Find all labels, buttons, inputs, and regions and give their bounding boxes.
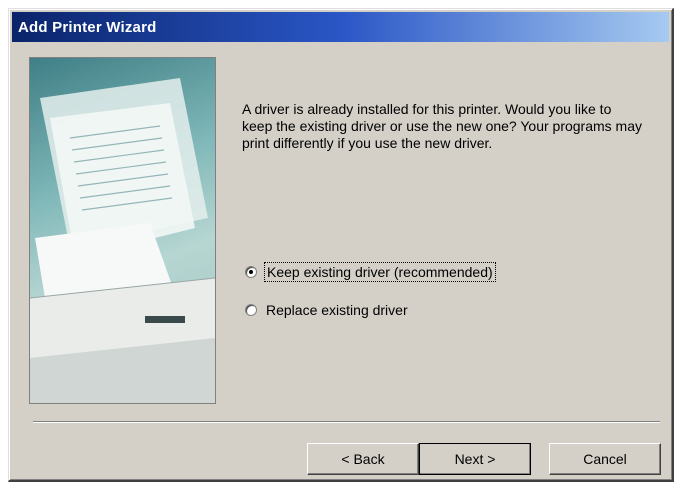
title-bar[interactable]: Add Printer Wizard xyxy=(12,12,669,42)
printer-illustration xyxy=(29,57,216,404)
keep-driver-label[interactable]: Keep existing driver (recommended) xyxy=(264,262,496,282)
window-title: Add Printer Wizard xyxy=(18,18,157,36)
replace-driver-radio[interactable] xyxy=(245,304,257,316)
next-button[interactable]: Next > xyxy=(419,443,531,475)
cancel-button[interactable]: Cancel xyxy=(549,443,661,475)
back-button[interactable]: < Back xyxy=(307,443,419,475)
replace-driver-label[interactable]: Replace existing driver xyxy=(266,302,408,318)
keep-driver-option[interactable]: Keep existing driver (recommended) xyxy=(245,262,496,282)
replace-driver-option[interactable]: Replace existing driver xyxy=(245,302,408,318)
button-separator xyxy=(33,421,660,423)
driver-message: A driver is already installed for this p… xyxy=(242,101,643,151)
add-printer-wizard-window: Add Printer Wizard A driver is already i… xyxy=(8,8,674,482)
keep-driver-radio[interactable] xyxy=(245,266,257,278)
printer-illustration-icon xyxy=(30,78,215,403)
